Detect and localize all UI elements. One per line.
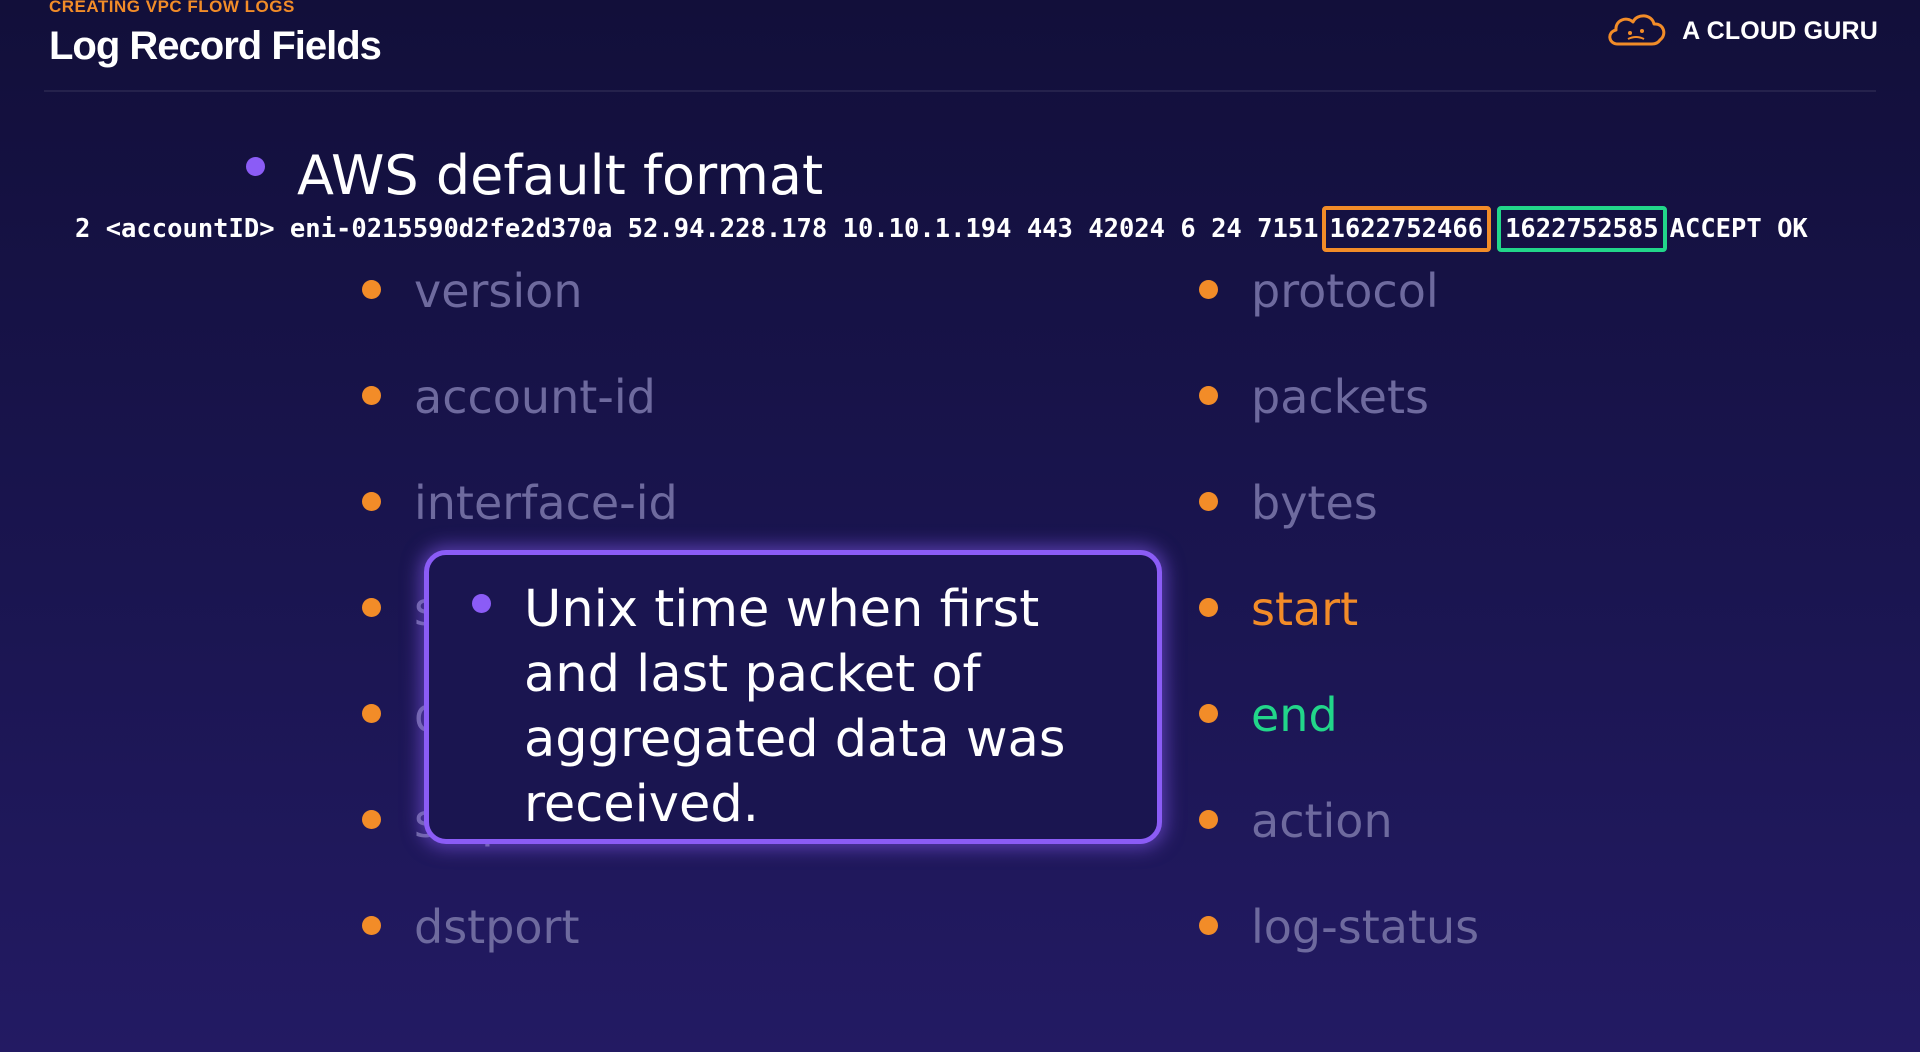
bullet-icon	[1199, 492, 1218, 511]
bullet-icon	[362, 280, 381, 299]
page-title: Log Record Fields	[49, 24, 382, 68]
bullet-icon	[1199, 704, 1218, 723]
brand-logo: A CLOUD GURU	[1604, 10, 1878, 52]
cloud-logo-icon	[1604, 9, 1670, 53]
bullet-icon	[1199, 810, 1218, 829]
log-record-prefix: 2 <accountID> eni-0215590d2fe2d370a 52.9…	[75, 214, 1319, 244]
bullet-icon	[472, 594, 491, 613]
eyebrow-label: CREATING VPC FLOW LOGS	[49, 0, 295, 16]
log-record-suffix: ACCEPT OK	[1669, 214, 1808, 244]
field-label: packets	[1251, 370, 1429, 424]
explanation-callout: Unix time when first and last packet of …	[424, 550, 1162, 844]
field-label: version	[414, 264, 583, 318]
field-label: protocol	[1251, 264, 1439, 318]
header-divider	[44, 90, 1876, 92]
callout-text: Unix time when first and last packet of …	[524, 580, 1066, 834]
bullet-icon	[362, 492, 381, 511]
field-label: account-id	[414, 370, 656, 424]
log-record-example: 2 <accountID> eni-0215590d2fe2d370a 52.9…	[75, 206, 1808, 252]
bullet-icon	[1199, 598, 1218, 617]
bullet-icon	[1199, 916, 1218, 935]
bullet-icon	[246, 157, 265, 176]
bullet-icon	[1199, 280, 1218, 299]
bullet-icon	[362, 386, 381, 405]
bullet-icon	[1199, 386, 1218, 405]
field-label: action	[1251, 794, 1393, 848]
brand-name: A CLOUD GURU	[1682, 16, 1878, 45]
field-label: interface-id	[414, 476, 678, 530]
bullet-icon	[362, 916, 381, 935]
end-timestamp-highlight: 1622752585	[1497, 206, 1667, 252]
bullet-icon	[362, 598, 381, 617]
field-label: log-status	[1251, 900, 1480, 954]
field-label: start	[1251, 582, 1359, 636]
field-label: bytes	[1251, 476, 1378, 530]
bullet-icon	[362, 704, 381, 723]
field-label: end	[1251, 688, 1338, 742]
format-heading: AWS default format	[246, 140, 823, 210]
bullet-icon	[362, 810, 381, 829]
format-heading-text: AWS default format	[297, 143, 824, 207]
field-label: dstport	[414, 900, 580, 954]
start-timestamp-highlight: 1622752466	[1321, 206, 1492, 252]
